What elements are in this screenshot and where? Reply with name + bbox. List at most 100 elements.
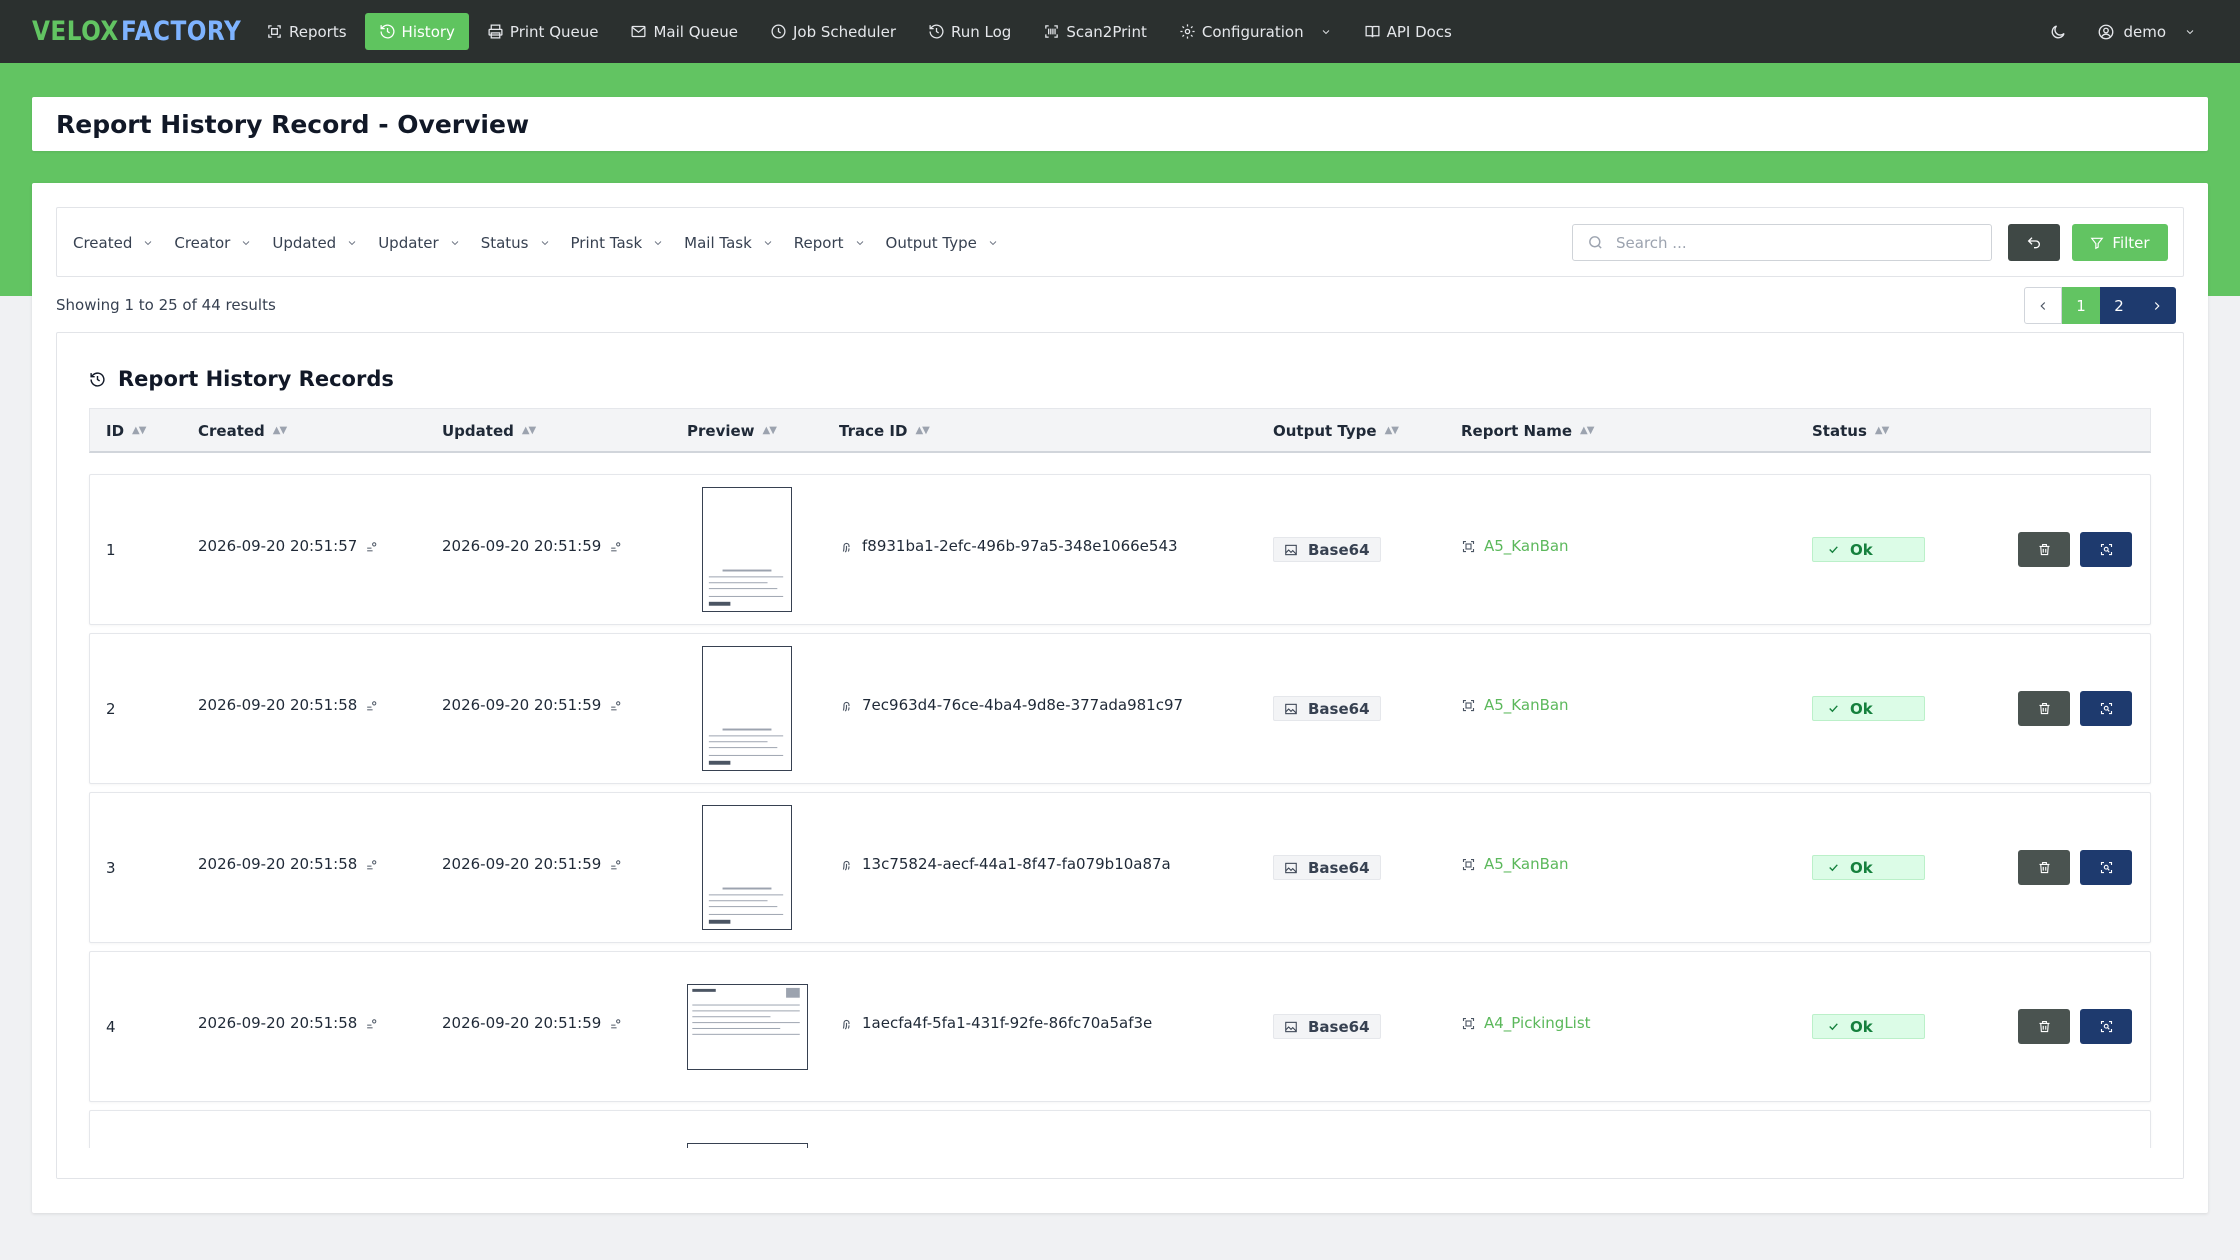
filter-mail-task[interactable]: Mail Task <box>684 234 774 252</box>
created-text: 2026-09-20 20:51:58 <box>198 855 358 873</box>
filter-creator[interactable]: Creator <box>174 234 252 252</box>
next-page-button[interactable] <box>2138 287 2176 324</box>
chevron-down-icon <box>1322 29 1329 34</box>
pagination: 1 2 <box>2024 287 2176 324</box>
user-menu[interactable]: demo <box>2097 23 2196 41</box>
prev-page-button[interactable] <box>2024 287 2062 324</box>
view-details-button[interactable] <box>2080 691 2132 726</box>
nav-configuration-label: Configuration <box>1201 22 1304 41</box>
sort-icon: ▲▼ <box>915 425 929 436</box>
page-button-2[interactable]: 2 <box>2100 287 2138 324</box>
user-edit-icon[interactable] <box>365 1017 378 1030</box>
view-details-button[interactable] <box>2080 532 2132 567</box>
sort-icon: ▲▼ <box>272 425 287 436</box>
view-details-button[interactable] <box>2080 1009 2132 1044</box>
filter-created[interactable]: Created <box>73 234 154 252</box>
page-button-1[interactable]: 1 <box>2062 287 2100 324</box>
filter-report[interactable]: Report <box>794 234 866 252</box>
filter-updated[interactable]: Updated <box>272 234 358 252</box>
view-details-button[interactable] <box>2080 850 2132 885</box>
col-report-name[interactable]: Report Name ▲▼ <box>1461 409 1594 452</box>
scan-icon <box>1462 540 1475 552</box>
table-row[interactable]: 1 2026-09-20 20:51:57 2026-09-20 20:51:5… <box>89 474 2151 625</box>
nav-scan2print[interactable]: Scan2Print <box>1029 13 1161 50</box>
report-name-link[interactable]: A5_KanBan <box>1484 696 1569 714</box>
user-edit-icon[interactable] <box>365 540 378 553</box>
filter-label: Output Type <box>885 234 977 252</box>
nav-reports[interactable]: Reports <box>252 13 361 50</box>
preview-thumbnail[interactable] <box>702 646 792 771</box>
reset-filter-button[interactable] <box>2008 224 2060 261</box>
filter-updater[interactable]: Updater <box>378 234 461 252</box>
delete-button[interactable] <box>2018 1009 2070 1044</box>
filter-label: Print Task <box>570 234 643 252</box>
preview-thumbnail[interactable] <box>702 805 792 930</box>
col-preview[interactable]: Preview ▲▼ <box>687 409 777 452</box>
search-box[interactable] <box>1572 224 1992 261</box>
scan-search-icon <box>2100 702 2112 715</box>
book-icon <box>1365 25 1380 38</box>
nav-api-docs[interactable]: API Docs <box>1350 13 1466 50</box>
nav-print-queue[interactable]: Print Queue <box>473 13 613 50</box>
user-edit-icon[interactable] <box>365 699 378 712</box>
nav-job-scheduler-label: Job Scheduler <box>793 22 896 41</box>
table-row[interactable]: 4 2026-09-20 20:51:58 2026-09-20 20:51:5… <box>89 951 2151 1102</box>
nav-history[interactable]: History <box>364 13 469 50</box>
cell-trace-id: 1aecfa4f-5fa1-431f-92fe-86fc70a5af3e <box>839 1014 1152 1032</box>
user-edit-icon[interactable] <box>609 858 622 871</box>
moon-icon[interactable] <box>2049 23 2067 41</box>
brand-logo[interactable]: VELOX FACTORY <box>32 0 261 63</box>
output-type-text: Base64 <box>1308 699 1370 718</box>
col-trace-id[interactable]: Trace ID ▲▼ <box>839 409 930 452</box>
output-type-text: Base64 <box>1308 1017 1370 1036</box>
document-preview-icon <box>692 987 800 1035</box>
filter-output-type[interactable]: Output Type <box>886 234 999 252</box>
cell-report-name: A4_PickingList <box>1461 1014 1591 1032</box>
user-edit-icon[interactable] <box>609 1017 622 1030</box>
nav-run-log[interactable]: Run Log <box>914 13 1025 50</box>
page-title: Report History Record - Overview <box>56 109 530 139</box>
col-created[interactable]: Created ▲▼ <box>198 409 287 452</box>
nav-configuration[interactable]: Configuration <box>1165 13 1346 50</box>
chevron-down-icon <box>989 241 997 246</box>
output-type-badge: Base64 <box>1273 537 1381 562</box>
chevron-down-icon <box>243 241 250 246</box>
output-type-badge: Base64 <box>1273 855 1381 880</box>
records-table-card: Report History Records ID ▲▼ Created ▲▼ Up… <box>56 332 2184 1179</box>
col-id[interactable]: ID ▲▼ <box>106 409 146 452</box>
status-badge: Ok <box>1812 1014 1925 1039</box>
nav-reports-label: Reports <box>289 22 347 41</box>
report-name-link[interactable]: A4_PickingList <box>1484 1014 1591 1032</box>
trash-icon <box>2039 702 2049 715</box>
barcode-icon <box>1045 25 1059 38</box>
delete-button[interactable] <box>2018 532 2070 567</box>
search-input[interactable] <box>1614 232 1974 253</box>
delete-button[interactable] <box>2018 850 2070 885</box>
report-name-link[interactable]: A5_KanBan <box>1484 537 1569 555</box>
user-edit-icon[interactable] <box>365 858 378 871</box>
nav-print-queue-label: Print Queue <box>509 22 599 41</box>
col-updated[interactable]: Updated ▲▼ <box>442 409 536 452</box>
report-name-link[interactable]: A5_KanBan <box>1484 855 1569 873</box>
preview-thumbnail[interactable] <box>702 487 792 612</box>
nav-right: demo <box>2049 13 2196 50</box>
table-row[interactable]: 2 2026-09-20 20:51:58 2026-09-20 20:51:5… <box>89 633 2151 784</box>
delete-button[interactable] <box>2018 691 2070 726</box>
filter-status[interactable]: Status <box>481 234 551 252</box>
table-scroll-clip <box>57 1148 2183 1178</box>
printer-icon <box>488 24 503 39</box>
trash-icon <box>2039 1020 2049 1033</box>
nav-job-scheduler[interactable]: Job Scheduler <box>756 13 910 50</box>
col-output-type[interactable]: Output Type ▲▼ <box>1273 409 1399 452</box>
preview-thumbnail[interactable] <box>687 984 808 1070</box>
filter-label: Mail Task <box>684 234 752 252</box>
nav-mail-queue[interactable]: Mail Queue <box>616 13 752 50</box>
user-edit-icon[interactable] <box>609 540 622 553</box>
nav-api-docs-label: API Docs <box>1386 22 1452 41</box>
filter-button[interactable]: Filter <box>2072 224 2168 261</box>
table-row[interactable]: 3 2026-09-20 20:51:58 2026-09-20 20:51:5… <box>89 792 2151 943</box>
col-status[interactable]: Status ▲▼ <box>1812 409 1889 452</box>
user-edit-icon[interactable] <box>609 699 622 712</box>
filter-print-task[interactable]: Print Task <box>571 234 665 252</box>
chevron-down-icon <box>451 241 459 246</box>
